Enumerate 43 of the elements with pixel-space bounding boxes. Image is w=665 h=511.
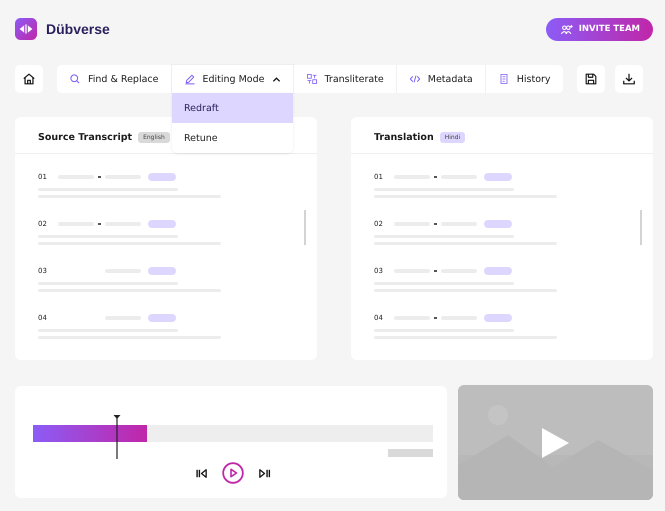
logo-icon [15, 18, 37, 40]
pen-icon [184, 73, 196, 85]
dash-mark [434, 176, 437, 178]
translate-icon [306, 73, 318, 85]
panel-title: Source Transcript [38, 132, 132, 143]
document-icon [498, 73, 510, 85]
invite-team-button[interactable]: INVITE TEAM [546, 18, 653, 40]
skip-forward-button[interactable] [258, 466, 271, 480]
speaker-placeholder [148, 220, 176, 228]
speaker-placeholder [484, 314, 512, 322]
dash-mark [434, 317, 437, 319]
playhead-marker[interactable] [113, 415, 121, 459]
menu-item[interactable]: Retune [172, 123, 293, 153]
speaker-placeholder [484, 173, 512, 181]
download-button[interactable] [614, 65, 643, 93]
panel-title: Translation [374, 132, 434, 143]
caret-up-icon [272, 74, 280, 84]
home-button[interactable] [15, 65, 43, 93]
save-icon [584, 72, 598, 86]
dash-mark [98, 223, 101, 225]
toolbar-tab[interactable]: Transliterate [294, 65, 397, 93]
dash-mark [434, 223, 437, 225]
brand-name: Dübverse [46, 21, 110, 37]
search-icon [69, 73, 81, 85]
speaker-placeholder [484, 220, 512, 228]
dash-mark [98, 176, 101, 178]
home-icon [22, 72, 36, 86]
time-placeholder [388, 449, 433, 457]
speaker-placeholder [148, 173, 176, 181]
skip-back-button[interactable] [195, 466, 208, 480]
scrollbar[interactable] [304, 210, 306, 245]
speaker-placeholder [148, 267, 176, 275]
speaker-placeholder [148, 314, 176, 322]
people-icon [560, 24, 574, 34]
dash-mark [434, 270, 437, 272]
menu-item[interactable]: Redraft [172, 93, 293, 123]
play-button[interactable] [222, 462, 244, 484]
toolbar-tab[interactable]: Editing Mode [172, 65, 294, 93]
speaker-placeholder [484, 267, 512, 275]
save-button[interactable] [576, 65, 605, 93]
code-icon [408, 73, 421, 85]
download-icon [622, 72, 636, 86]
scrollbar[interactable] [640, 210, 642, 245]
